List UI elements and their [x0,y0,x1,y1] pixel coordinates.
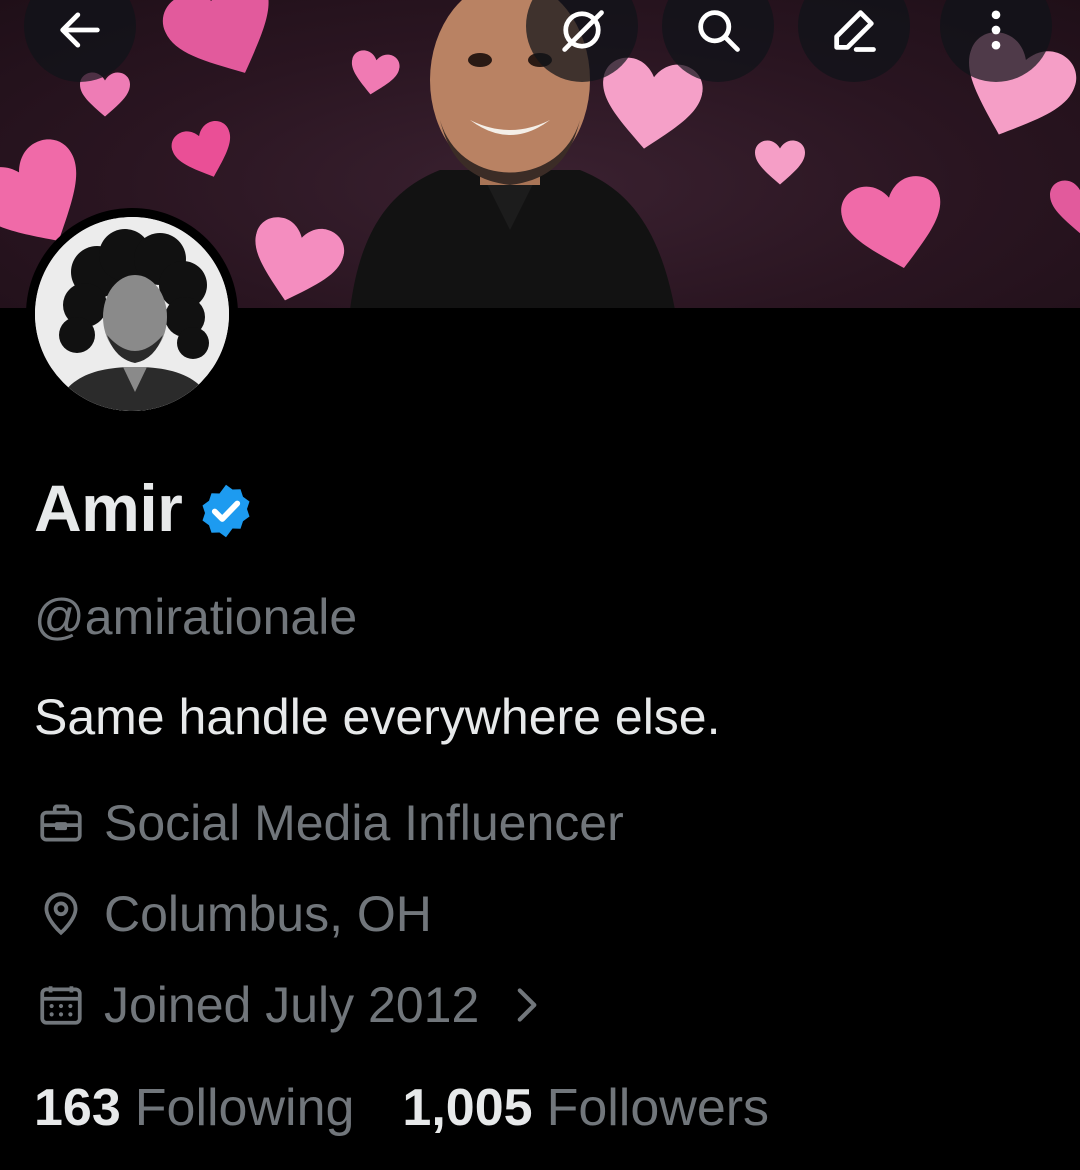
display-name: Amir [34,471,183,545]
edit-icon [834,10,876,52]
calendar-icon [40,986,82,1025]
profile-bio: Same handle everywhere else. [34,689,721,745]
heart-decoration [1050,180,1080,234]
followers-label: Followers [546,1079,770,1137]
profile-handle: @amirationale [34,589,358,645]
profile-location: Columbus, OH [36,885,432,943]
followers-count: 1,005 [402,1079,533,1137]
location-pin-icon [44,892,78,936]
chevron-right-icon [517,988,537,1022]
avatar[interactable] [26,208,238,420]
verified-badge-icon[interactable] [196,481,256,541]
heart-decoration [841,176,941,269]
heart-decoration [162,0,269,73]
profile-name-row: Amir [34,470,256,546]
back-button[interactable] [24,0,136,82]
more-vertical-icon [991,10,1001,50]
profile-category: Social Media Influencer [36,794,624,852]
category-text: Social Media Influencer [104,795,624,851]
profile-joined[interactable]: Joined July 2012 [36,976,551,1034]
banner-person-image [350,0,675,308]
location-text: Columbus, OH [104,886,432,942]
heart-decoration [755,140,805,185]
following-label: Following [134,1079,355,1137]
grok-icon [562,10,604,52]
arrow-left-icon [60,12,100,48]
avatar-image [35,217,229,411]
joined-text: Joined July 2012 [104,977,480,1033]
search-icon [698,10,740,52]
heart-decoration [171,120,230,177]
followers-link[interactable]: 1,005 Followers [402,1078,769,1138]
profile-stats: 163 Following 1,005 Followers [34,1078,769,1138]
following-count: 163 [34,1079,121,1137]
edit-button[interactable] [798,0,910,82]
following-link[interactable]: 163 Following [34,1078,354,1138]
briefcase-icon [40,804,82,842]
